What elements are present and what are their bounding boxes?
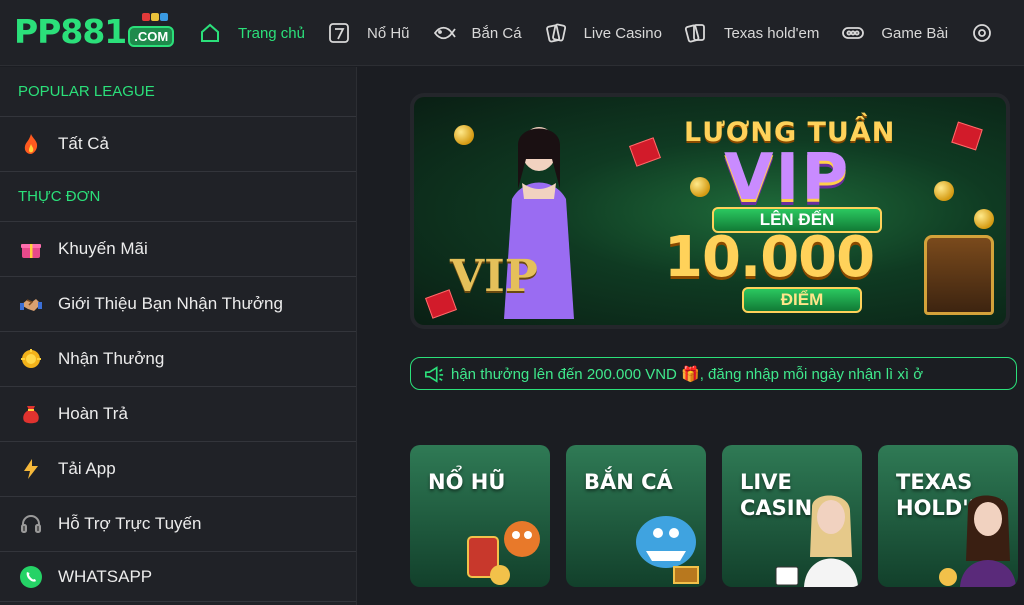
shark-illustration <box>636 516 699 584</box>
logo-text: PP881 <box>14 12 127 51</box>
vip-badge: VIP <box>450 251 538 302</box>
nav-no-hu[interactable]: Nổ Hũ <box>327 21 410 45</box>
sidebar-item-label: Tất Cả <box>58 134 110 153</box>
cards-icon <box>544 21 568 45</box>
dealer-illustration <box>775 495 858 587</box>
logo-dice-icon <box>142 8 182 21</box>
sidebar-item-label: Tải App <box>58 459 116 478</box>
coin-icon <box>690 177 710 197</box>
home-icon <box>198 21 222 45</box>
slot-fox-illustration <box>467 521 540 585</box>
sidebar-item-referral[interactable]: Giới Thiệu Bạn Nhận Thưởng <box>0 277 356 332</box>
nav-no-hu-label: Nổ Hũ <box>366 24 410 42</box>
headset-icon <box>18 511 44 537</box>
sidebar-item-label: Nhận Thưởng <box>58 349 165 368</box>
nav-live-casino[interactable]: Live Casino <box>544 21 662 45</box>
sidebar-item-label: Hoàn Trả <box>58 404 128 423</box>
menu-heading: THỰC ĐƠN <box>0 172 356 222</box>
ticker-text: hận thưởng lên đến 200.000 VND 🎁, đăng n… <box>451 365 924 383</box>
nav-texas-holdem[interactable]: Texas hold'em <box>684 21 819 45</box>
nav-live-casino-label: Live Casino <box>583 24 662 42</box>
sidebar-item-whatsapp[interactable]: WHATSAPP <box>0 552 356 602</box>
nav-more[interactable] <box>970 21 1010 45</box>
logo-suffix: .COM <box>128 26 175 47</box>
nav-home[interactable]: Trang chủ <box>198 21 305 45</box>
top-navigation-bar: PP881 .COM Trang chủ Nổ Hũ Bắn Cá Live C… <box>0 0 1024 66</box>
money-bag-icon <box>18 401 44 427</box>
gift-icon <box>18 236 44 262</box>
nav-ban-ca-label: Bắn Cá <box>471 24 522 42</box>
announcement-ticker[interactable]: hận thưởng lên đến 200.000 VND 🎁, đăng n… <box>410 357 1017 390</box>
site-logo[interactable]: PP881 .COM <box>14 12 175 51</box>
main-nav: Trang chủ Nổ Hũ Bắn Cá Live Casino Texas… <box>198 0 1024 66</box>
category-ban-ca[interactable]: BẮN CÁ <box>566 445 706 587</box>
banner-vip: VIP <box>724 141 851 215</box>
whatsapp-icon <box>18 564 44 590</box>
nav-game-bai[interactable]: Game Bài <box>841 21 948 45</box>
popular-league-heading: POPULAR LEAGUE <box>0 67 356 117</box>
handshake-icon <box>18 291 44 317</box>
banner-amount: 10.000 <box>664 225 875 290</box>
sidebar-item-label: Giới Thiệu Bạn Nhận Thưởng <box>58 294 283 313</box>
fish-icon <box>432 21 456 45</box>
coin-icon <box>454 125 474 145</box>
coin-icon <box>974 209 994 229</box>
gear-icon <box>970 21 994 45</box>
sidebar-item-label: WHATSAPP <box>58 566 153 586</box>
category-live-casino[interactable]: LIVE CASINO <box>722 445 862 587</box>
coin-icon <box>934 181 954 201</box>
promo-banner[interactable]: VIP LƯƠNG TUẦN VIP LÊN ĐẾN 10.000 ĐIỂM <box>410 93 1010 329</box>
promo-banner-image: VIP LƯƠNG TUẦN VIP LÊN ĐẾN 10.000 ĐIỂM <box>414 97 1006 325</box>
category-texas-holdem[interactable]: TEXAS HOLD'EM <box>878 445 1018 587</box>
category-no-hu[interactable]: NỔ HŨ <box>410 445 550 587</box>
nav-texas-holdem-label: Texas hold'em <box>723 24 820 42</box>
poker-cards-icon <box>684 21 708 45</box>
poker-player-illustration <box>939 495 1016 587</box>
lightning-icon <box>18 456 44 482</box>
red-envelope-icon <box>951 121 983 151</box>
banner-unit: ĐIỂM <box>742 287 862 313</box>
sidebar-item-label: Khuyến Mãi <box>58 239 148 258</box>
slot-seven-icon <box>327 21 351 45</box>
nav-home-label: Trang chủ <box>238 24 305 42</box>
game-categories: NỔ HŨ BẮN CÁ LIVE CASINO TEXAS HOLD'EM <box>410 445 1024 587</box>
sidebar-item-rewards[interactable]: Nhận Thưởng <box>0 332 356 387</box>
coin-burst-icon <box>18 346 44 372</box>
sidebar-item-label: Hỗ Trợ Trực Tuyến <box>58 514 202 533</box>
treasure-chest-icon <box>924 235 994 315</box>
nav-game-bai-label: Game Bài <box>881 24 949 42</box>
sidebar-item-download-app[interactable]: Tải App <box>0 442 356 497</box>
nav-ban-ca[interactable]: Bắn Cá <box>432 21 522 45</box>
megaphone-icon <box>425 366 444 383</box>
main-content: VIP LƯƠNG TUẦN VIP LÊN ĐẾN 10.000 ĐIỂM h… <box>358 67 1024 605</box>
sidebar-item-support[interactable]: Hỗ Trợ Trực Tuyến <box>0 497 356 552</box>
sidebar-item-rebate[interactable]: Hoàn Trả <box>0 387 356 442</box>
flame-icon <box>18 131 44 157</box>
red-envelope-icon <box>629 137 661 167</box>
sidebar: POPULAR LEAGUE Tất Cả THỰC ĐƠN Khuyến Mã… <box>0 67 357 605</box>
sidebar-item-promotions[interactable]: Khuyến Mãi <box>0 222 356 277</box>
sidebar-item-all[interactable]: Tất Cả <box>0 117 356 172</box>
chips-icon <box>841 21 865 45</box>
